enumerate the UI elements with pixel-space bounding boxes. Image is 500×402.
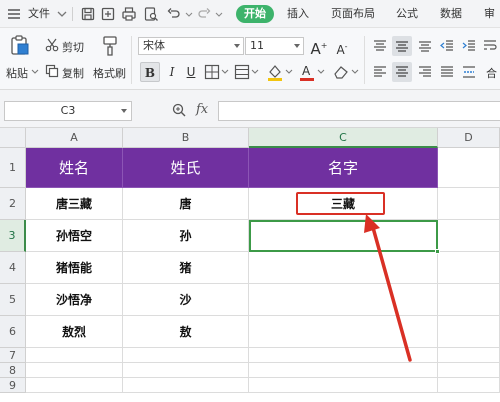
clear-format-icon[interactable] [332,63,360,81]
name-box[interactable]: C3 [4,101,132,121]
shrink-font-button[interactable]: A- [334,37,350,57]
grow-font-icon: A [310,40,321,58]
paste-icon[interactable] [9,34,31,56]
name-box-caret-icon [121,109,127,113]
spreadsheet-grid: A B C D 1 2 3 4 5 6 7 8 9 姓名 姓氏 名字 唐三藏 唐… [0,128,500,402]
font-name-value: 宋体 [143,39,165,52]
export-icon[interactable] [100,6,116,22]
format-painter-icon[interactable] [100,35,120,57]
align-top-icon[interactable] [372,38,388,54]
annotation-arrow [364,214,412,362]
align-left-icon[interactable] [372,64,388,80]
font-name-caret-icon [234,44,240,48]
distributed-align-icon[interactable] [461,64,477,80]
tab-formulas[interactable]: 公式 [396,0,418,28]
ribbon-divider [131,36,132,84]
shrink-font-icon: A [336,43,345,57]
align-bottom-icon[interactable] [417,38,433,54]
align-middle-icon[interactable] [392,36,412,56]
paste-dropdown-icon[interactable] [31,69,39,75]
wrap-text-icon[interactable] [482,38,498,54]
underline-button[interactable]: U [183,62,199,82]
undo-dropdown-icon[interactable] [184,6,194,22]
grow-font-button[interactable]: A+ [310,36,328,58]
tab-home[interactable]: 开始 [236,5,274,23]
bold-button[interactable]: B [140,62,160,82]
copy-icon[interactable] [45,64,59,78]
copy-button[interactable]: 复制 [62,65,84,81]
print-preview-icon[interactable] [143,6,159,22]
format-painter-button[interactable]: 格式刷 [93,65,126,81]
fx-icon[interactable]: fx [196,102,208,117]
fill-color-icon[interactable] [266,63,294,81]
tab-page-layout[interactable]: 页面布局 [331,0,375,28]
tab-data[interactable]: 数据 [440,0,462,28]
ribbon: 粘贴 剪切 复制 格式刷 宋体 11 A+ A- B I U A 合 [0,28,500,90]
menu-file[interactable]: 文件 [28,0,50,28]
cut-icon[interactable] [45,38,59,52]
font-size-value: 11 [250,39,264,52]
name-box-value: C3 [60,104,76,117]
menu-bar: 文件 开始 插入 页面布局 公式 数据 审 [0,0,500,28]
paste-button[interactable]: 粘贴 [6,65,28,81]
indent-decrease-icon[interactable] [439,38,455,54]
cut-button[interactable]: 剪切 [62,39,84,55]
align-center-icon[interactable] [392,62,412,82]
border-icon[interactable] [204,64,230,80]
font-size-select[interactable]: 11 [245,37,304,55]
save-icon[interactable] [80,6,96,22]
chevron-down-icon[interactable] [54,6,70,22]
indent-increase-icon[interactable] [461,38,477,54]
tab-insert[interactable]: 插入 [287,0,309,28]
undo-icon[interactable] [166,6,182,22]
merge-cells-icon[interactable] [234,64,260,80]
print-icon[interactable] [121,6,137,22]
font-color-icon[interactable]: A [298,63,326,81]
justify-icon[interactable] [439,64,455,80]
formula-bar: C3 fx [0,90,500,128]
formula-input[interactable] [218,101,500,121]
italic-button[interactable]: I [164,62,180,82]
tab-review[interactable]: 审 [484,0,495,28]
merge-center-button[interactable]: 合 [486,65,497,81]
zoom-search-icon[interactable] [171,102,187,118]
redo-icon[interactable] [196,6,212,22]
font-name-select[interactable]: 宋体 [138,37,244,55]
font-size-caret-icon [294,44,300,48]
hamburger-icon[interactable] [6,6,22,22]
ribbon-divider [364,36,365,84]
menu-divider [72,7,73,21]
redo-dropdown-icon[interactable] [214,6,224,22]
svg-text:A: A [302,64,311,78]
align-right-icon[interactable] [417,64,433,80]
